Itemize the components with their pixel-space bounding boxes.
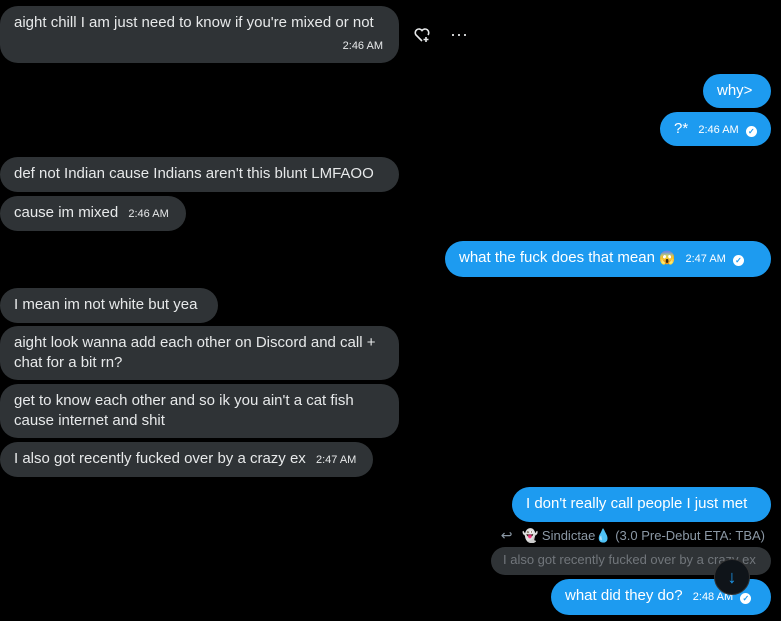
message-text: what did they do? — [565, 587, 683, 604]
message-text: ?* — [674, 120, 689, 137]
message-text: why> — [717, 82, 753, 99]
message-outgoing[interactable]: ?* 2:46 AM ✓ — [660, 112, 771, 146]
reply-context: ↩ 👻 Sindictae💧 (3.0 Pre-Debut ETA: TBA) — [501, 527, 765, 544]
arrow-down-icon: ↓ — [727, 567, 737, 587]
message-outgoing[interactable]: why> — [703, 74, 771, 108]
droplet-emoji-icon: 💧 — [595, 528, 612, 543]
message-incoming[interactable]: I also got recently fucked over by a cra… — [0, 442, 373, 477]
message-time: 2:46 AM — [128, 208, 169, 220]
heart-plus-icon[interactable] — [413, 26, 431, 49]
scroll-to-bottom-button[interactable]: ↓ — [714, 559, 750, 595]
message-text: cause im mixed — [14, 204, 119, 221]
check-circle-icon: ✓ — [733, 255, 745, 266]
message-incoming[interactable]: def not Indian cause Indians aren't this… — [0, 157, 399, 192]
message-incoming[interactable]: get to know each other and so ik you ain… — [0, 384, 399, 438]
scream-emoji-icon: 😱 — [659, 250, 676, 265]
reply-arrow-icon: ↩ — [500, 527, 513, 543]
message-time: 2:46 AM — [342, 40, 383, 52]
message-incoming[interactable]: aight look wanna add each other on Disco… — [0, 326, 399, 380]
message-text: what the fuck does that mean — [459, 249, 655, 266]
message-text: I also got recently fucked over by a cra… — [14, 450, 306, 467]
message-text: def not Indian cause Indians aren't this… — [14, 165, 374, 182]
message-incoming[interactable]: I mean im not white but yea — [0, 288, 218, 323]
message-time: 2:46 AM — [698, 124, 739, 136]
reply-author-status: (3.0 Pre-Debut ETA: TBA) — [615, 528, 765, 543]
message-text: aight chill I am just need to know if yo… — [14, 14, 374, 31]
reply-author-name: Sindictae — [541, 528, 596, 543]
ghost-emoji-icon: 👻 — [522, 528, 539, 543]
check-circle-icon: ✓ — [740, 593, 752, 604]
message-incoming[interactable]: aight chill I am just need to know if yo… — [0, 6, 399, 63]
message-time: 2:47 AM — [685, 253, 726, 265]
message-outgoing[interactable]: what the fuck does that mean 😱 2:47 AM ✓ — [445, 241, 771, 277]
message-text: aight look wanna add each other on Disco… — [14, 334, 376, 371]
message-outgoing[interactable]: I don't really call people I just met — [512, 487, 771, 522]
more-dots-icon[interactable]: ··· — [450, 24, 468, 45]
message-text: I don't really call people I just met — [526, 495, 748, 512]
message-text: get to know each other and so ik you ain… — [14, 392, 354, 429]
message-incoming[interactable]: cause im mixed 2:46 AM — [0, 196, 186, 231]
message-time: 2:47 AM — [315, 454, 357, 466]
message-text: I mean im not white but yea — [14, 296, 198, 313]
check-circle-icon: ✓ — [745, 126, 757, 137]
